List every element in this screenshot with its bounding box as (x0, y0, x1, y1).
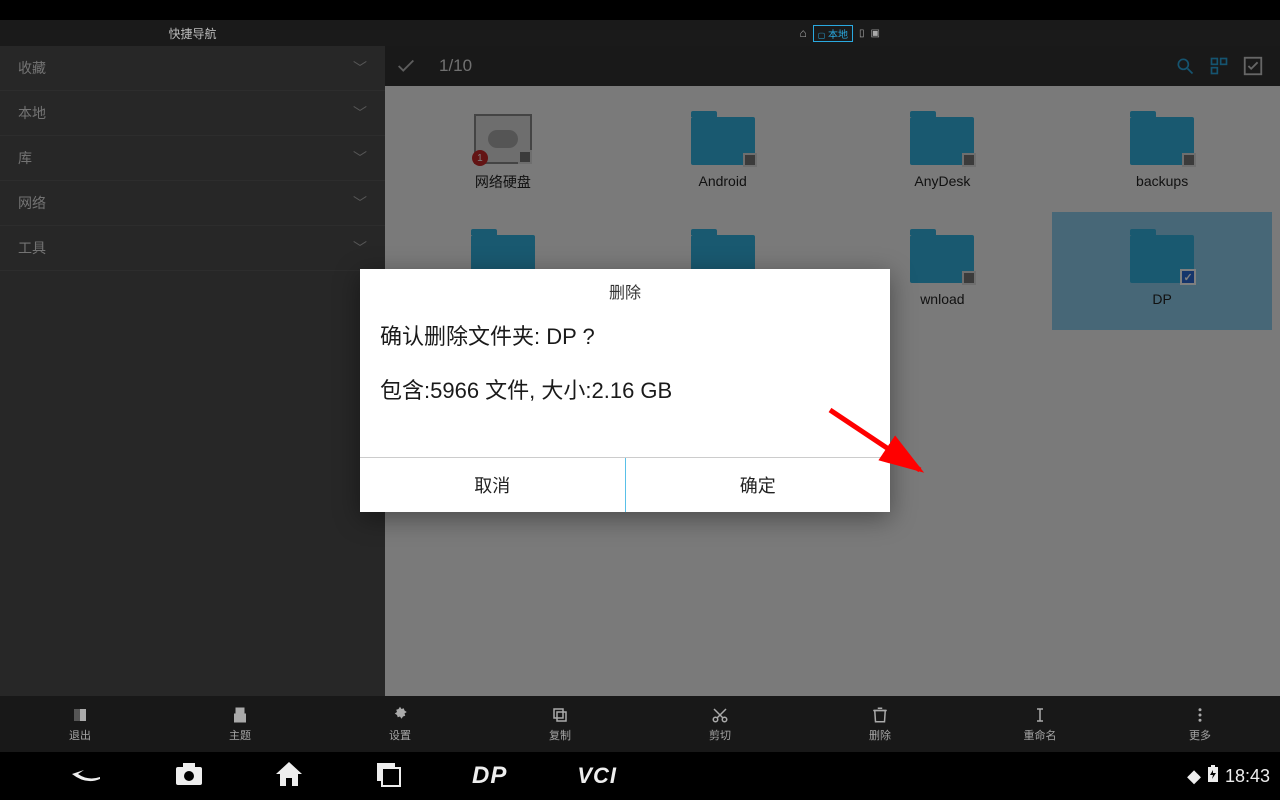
dp-logo[interactable]: DP (472, 762, 507, 790)
sidebar-item-network[interactable]: 网络﹀ (0, 181, 385, 226)
scissors-icon (711, 706, 729, 724)
tb-delete[interactable]: 删除 (800, 696, 960, 752)
sidebar-item-local[interactable]: 本地﹀ (0, 91, 385, 136)
wifi-icon: ◆ (1187, 766, 1201, 787)
clock: 18:43 (1225, 766, 1270, 787)
status-area: ◆ 18:43 (1187, 765, 1280, 788)
home-icon[interactable] (274, 760, 304, 793)
device-icon[interactable]: ▯ (859, 28, 865, 39)
location-bar: ⌂ ▢ 本地 ▯ ▣ (385, 25, 1280, 42)
app-header: 快捷导航 ⌂ ▢ 本地 ▯ ▣ (0, 20, 1280, 46)
dialog-message-line2: 包含:5966 文件, 大小:2.16 GB (380, 373, 870, 405)
tb-more[interactable]: 更多 (1120, 696, 1280, 752)
camera-icon[interactable] (174, 761, 204, 792)
cancel-button[interactable]: 取消 (360, 458, 625, 512)
home-icon[interactable]: ⌂ (799, 26, 806, 40)
chevron-down-icon: ﹀ (353, 103, 367, 123)
tb-theme[interactable]: 主题 (160, 696, 320, 752)
vci-logo[interactable]: VCI (577, 763, 617, 789)
system-nav-bar: DP VCI ◆ 18:43 (0, 752, 1280, 800)
rename-icon (1031, 706, 1049, 724)
sidebar-item-library[interactable]: 库﹀ (0, 136, 385, 181)
sidebar-item-favorites[interactable]: 收藏﹀ (0, 46, 385, 91)
tb-settings[interactable]: 设置 (320, 696, 480, 752)
bottom-toolbar: 退出 主题 设置 复制 剪切 删除 重命名 更多 (0, 696, 1280, 752)
sidebar-item-tools[interactable]: 工具﹀ (0, 226, 385, 271)
theme-icon (231, 706, 249, 724)
tb-cut[interactable]: 剪切 (640, 696, 800, 752)
dialog-message-line1: 确认删除文件夹: DP ? (380, 319, 870, 351)
location-tag[interactable]: ▢ 本地 (813, 25, 853, 42)
chevron-down-icon: ﹀ (353, 238, 367, 258)
back-icon[interactable] (70, 761, 104, 792)
exit-icon (71, 706, 89, 724)
quick-nav-title: 快捷导航 (0, 25, 385, 42)
gear-icon (391, 706, 409, 724)
battery-icon (1207, 765, 1219, 788)
tb-rename[interactable]: 重命名 (960, 696, 1120, 752)
tb-exit[interactable]: 退出 (0, 696, 160, 752)
delete-dialog: 删除 确认删除文件夹: DP ? 包含:5966 文件, 大小:2.16 GB … (360, 269, 890, 512)
confirm-button[interactable]: 确定 (625, 458, 891, 512)
recent-icon[interactable] (374, 760, 402, 793)
chevron-down-icon: ﹀ (353, 58, 367, 78)
cloud-icon[interactable]: ▣ (871, 28, 880, 39)
dialog-title: 删除 (360, 269, 890, 313)
trash-icon (871, 706, 889, 724)
more-icon (1191, 706, 1209, 724)
sidebar: 收藏﹀ 本地﹀ 库﹀ 网络﹀ 工具﹀ (0, 46, 385, 696)
black-status-strip (0, 0, 1280, 20)
chevron-down-icon: ﹀ (353, 148, 367, 168)
tb-copy[interactable]: 复制 (480, 696, 640, 752)
copy-icon (551, 706, 569, 724)
chevron-down-icon: ﹀ (353, 193, 367, 213)
